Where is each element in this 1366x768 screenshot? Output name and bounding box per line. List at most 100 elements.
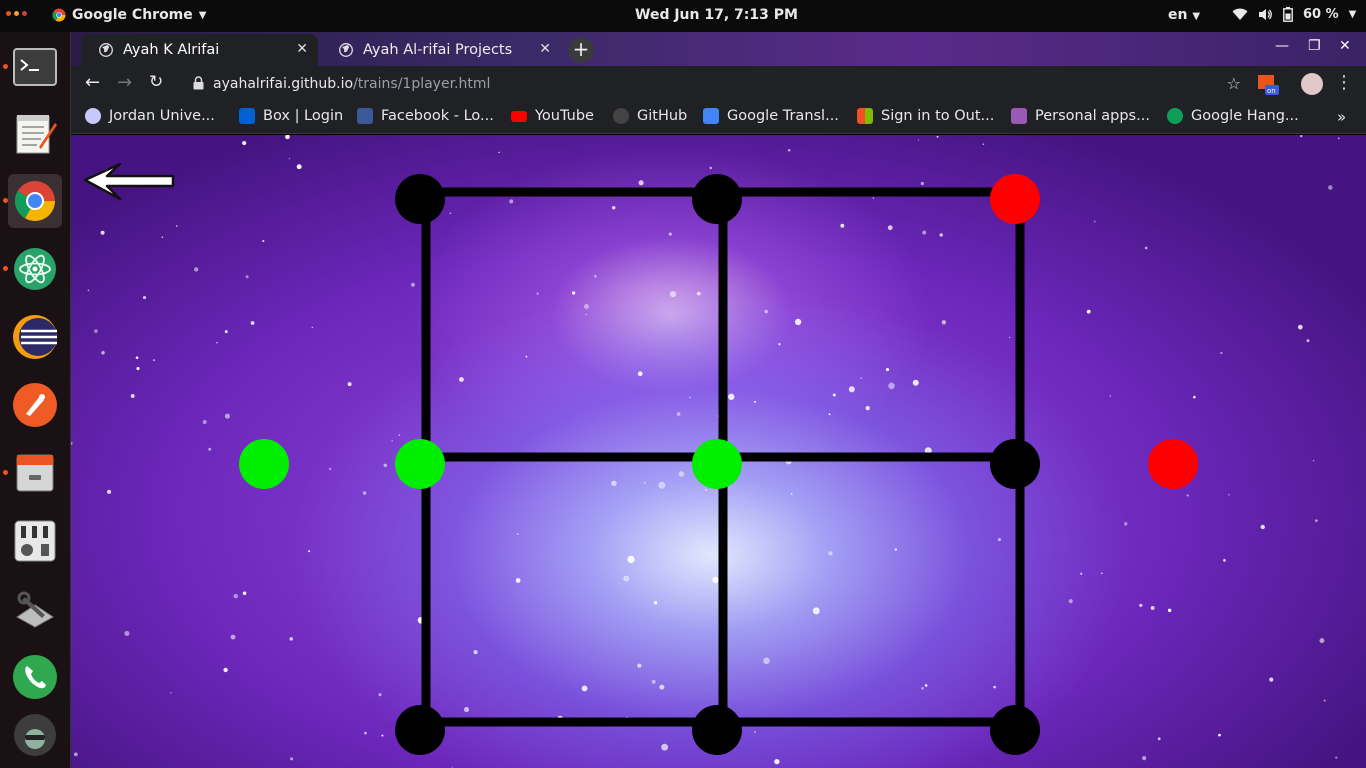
postman-launcher[interactable] — [8, 378, 62, 432]
close-icon[interactable]: ✕ — [296, 41, 308, 57]
back-arrow-icon[interactable] — [83, 162, 175, 201]
maximize-button[interactable]: ❐ — [1308, 38, 1321, 54]
box-favicon-icon — [239, 108, 255, 124]
avatar-icon — [14, 714, 56, 756]
avatar-launcher[interactable] — [8, 708, 62, 762]
bookmark-outlook[interactable]: Sign in to Out... — [857, 108, 994, 124]
system-tools-launcher[interactable] — [8, 582, 62, 636]
menu-kebab-icon[interactable]: ⋮ — [1335, 72, 1353, 93]
system-top-bar: Google Chrome ▼ Wed Jun 17, 7:13 PM en ▼… — [0, 0, 1366, 32]
new-tab-button[interactable]: + — [568, 37, 594, 63]
phone-launcher[interactable] — [8, 650, 62, 704]
lock-icon — [193, 76, 204, 90]
tab-strip: Ayah K Alrifai ✕ Ayah Al-rifai Projects … — [71, 32, 1366, 66]
svg-text:on: on — [1267, 87, 1276, 95]
running-indicator — [3, 64, 8, 69]
bookmark-label: Sign in to Out... — [881, 108, 995, 124]
url-text: ayahalrifai.github.io/trains/1player.htm… — [213, 76, 490, 92]
terminal-icon — [13, 48, 57, 86]
bookmark-jordan-university[interactable]: Jordan Unive... — [85, 108, 215, 124]
chrome-launcher[interactable] — [3, 174, 62, 228]
tab-ayah-k-alrifai[interactable]: Ayah K Alrifai ✕ — [81, 34, 318, 66]
game-board — [83, 162, 1198, 755]
address-bar[interactable]: ayahalrifai.github.io/trains/1player.htm… — [183, 70, 1251, 98]
chevron-down-icon: ▼ — [1348, 9, 1357, 20]
bookmark-label: Jordan Unive... — [109, 108, 215, 124]
bookmark-star-icon[interactable]: ☆ — [1227, 74, 1241, 93]
wifi-icon — [1232, 8, 1248, 20]
tab-label: Ayah K Alrifai — [123, 42, 220, 58]
running-indicator — [3, 470, 8, 475]
board-node-side-right[interactable] — [1148, 439, 1198, 489]
atom-launcher[interactable] — [3, 242, 62, 296]
mixer-icon — [14, 520, 56, 562]
bookmark-personal-apps[interactable]: Personal apps... — [1011, 108, 1150, 124]
board-node-br[interactable] — [990, 705, 1040, 755]
game-page — [71, 135, 1366, 768]
battery-icon — [1283, 7, 1293, 22]
bookmark-label: Box | Login — [263, 108, 344, 124]
bookmark-label: GitHub — [637, 108, 688, 124]
url-path: /trains/1player.html — [353, 76, 491, 92]
bookmarks-bar: Jordan Unive... Box | Login Facebook - L… — [71, 102, 1366, 134]
minimize-button[interactable]: — — [1275, 38, 1289, 54]
bookmark-google-hangouts[interactable]: Google Hang... — [1167, 108, 1299, 124]
bookmark-label: Personal apps... — [1035, 108, 1150, 124]
profile-avatar[interactable] — [1301, 73, 1323, 95]
university-favicon-icon — [85, 108, 101, 124]
chrome-icon — [15, 181, 55, 221]
bookmark-youtube[interactable]: YouTube — [511, 108, 594, 124]
hangouts-favicon-icon — [1167, 108, 1183, 124]
bookmark-google-translate[interactable]: Google Transl... — [703, 108, 839, 124]
bookmark-github[interactable]: GitHub — [613, 108, 687, 124]
extension-button[interactable]: on — [1257, 74, 1279, 95]
bookmark-facebook[interactable]: Facebook - Lo... — [357, 108, 494, 124]
mixer-launcher[interactable] — [8, 514, 62, 568]
bookmark-label: Google Transl... — [727, 108, 839, 124]
app-menu[interactable]: Google Chrome ▼ — [52, 7, 206, 23]
board-node-mm[interactable] — [692, 439, 742, 489]
text-editor-icon — [16, 115, 57, 154]
microsoft-favicon-icon — [857, 108, 873, 124]
running-indicator — [3, 198, 8, 203]
board-node-mr[interactable] — [990, 439, 1040, 489]
volume-icon — [1259, 9, 1272, 20]
more-bookmarks-icon[interactable]: » — [1337, 108, 1346, 126]
files-launcher[interactable] — [3, 446, 62, 500]
bookmark-label: YouTube — [535, 108, 594, 124]
activities-dots-icon[interactable] — [6, 11, 27, 16]
chevron-down-icon: ▼ — [198, 9, 207, 21]
battery-level: 60 % — [1303, 7, 1339, 22]
board-node-bl[interactable] — [395, 705, 445, 755]
globe-icon — [99, 43, 113, 57]
tab-ayah-al-rifai-projects[interactable]: Ayah Al-rifai Projects ✕ — [321, 34, 561, 66]
board-node-ml[interactable] — [395, 439, 445, 489]
board-node-side-left[interactable] — [239, 439, 289, 489]
terminal-launcher[interactable] — [3, 40, 62, 94]
clock[interactable]: Wed Jun 17, 7:13 PM — [635, 7, 798, 23]
tab-label: Ayah Al-rifai Projects — [363, 42, 513, 58]
running-indicator — [3, 266, 8, 271]
forward-button[interactable]: → — [117, 72, 132, 93]
board-node-tl[interactable] — [395, 174, 445, 224]
bookmark-box-login[interactable]: Box | Login — [239, 108, 343, 124]
facebook-favicon-icon — [357, 108, 373, 124]
board-node-bm[interactable] — [692, 705, 742, 755]
heroku-favicon-icon — [1011, 108, 1027, 124]
reload-button[interactable]: ↻ — [149, 72, 163, 92]
bookmark-label: Facebook - Lo... — [381, 108, 494, 124]
text-editor-launcher[interactable] — [8, 106, 62, 160]
system-tray[interactable]: 60 % ▼ — [1232, 7, 1356, 22]
eclipse-launcher[interactable] — [8, 310, 62, 364]
pdf-extension-icon: on — [1258, 75, 1279, 95]
board-node-tm[interactable] — [692, 174, 742, 224]
atom-icon — [14, 248, 56, 290]
close-window-button[interactable]: ✕ — [1339, 38, 1351, 54]
board-node-tr[interactable] — [990, 174, 1040, 224]
back-button[interactable]: ← — [85, 72, 100, 93]
close-icon[interactable]: ✕ — [539, 41, 551, 57]
chevron-down-icon: ▼ — [1192, 11, 1201, 22]
eclipse-icon — [13, 315, 57, 359]
bookmark-label: Google Hang... — [1191, 108, 1299, 124]
language-indicator[interactable]: en ▼ — [1168, 7, 1200, 23]
